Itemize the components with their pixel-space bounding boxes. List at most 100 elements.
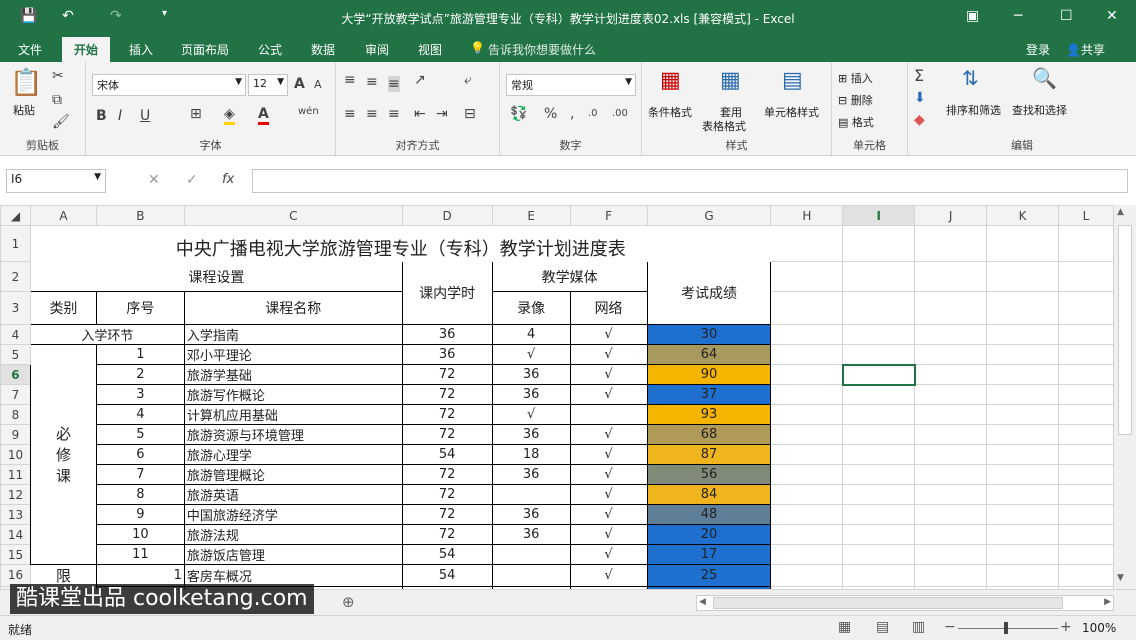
autosum-icon[interactable]: Σ [914,66,924,85]
header-media[interactable]: 教学媒体 [491,261,648,292]
cell[interactable] [914,564,988,587]
find-select-button[interactable]: 查找和选择 [1012,102,1067,118]
zoom-in-button[interactable]: + [1060,619,1072,635]
cell[interactable] [1058,291,1114,325]
cell[interactable] [1058,544,1114,565]
entry-category-cell[interactable]: 入学环节 [29,324,185,345]
cell[interactable] [914,291,988,325]
tab-insert[interactable]: 插入 [129,41,153,58]
hours-cell[interactable]: 54 [401,564,493,587]
phonetic-icon[interactable]: wén [298,106,319,117]
font-size-select[interactable]: 12 ▼ [248,74,288,96]
cell[interactable] [986,564,1059,587]
hours-cell[interactable]: 54 [401,544,493,565]
video-cell[interactable]: 36 [491,384,571,405]
decrease-decimal-icon[interactable]: .00 [612,108,628,119]
cell[interactable] [770,424,844,445]
cell[interactable] [986,504,1059,525]
percent-button[interactable]: % [544,106,557,122]
worksheet-grid[interactable]: ◢ A B C D E F G H I J K L 1 中央广播电视大学旅游管理… [0,205,1114,589]
video-cell[interactable]: 18 [491,444,571,465]
cell[interactable] [1058,384,1114,405]
seq-cell[interactable]: 10 [95,524,185,545]
cell[interactable] [986,404,1059,425]
column-header[interactable]: K [986,205,1059,226]
paste-button[interactable]: 粘贴 [13,102,35,118]
align-left-icon[interactable]: ≡ [344,106,356,122]
cell[interactable] [770,444,844,465]
column-header[interactable]: F [569,205,648,226]
cell[interactable] [986,544,1059,565]
cell[interactable] [770,464,844,485]
minimize-icon[interactable]: ─ [1014,8,1022,24]
course-name-cell[interactable]: 入学指南 [183,324,403,345]
fill-icon[interactable]: ⬇ [914,90,926,106]
format-table-icon[interactable]: ▦ [720,68,741,93]
header-seq[interactable]: 序号 [95,291,185,325]
video-cell[interactable] [491,564,571,587]
network-cell[interactable]: √ [569,324,648,345]
delete-cells-button[interactable]: ⊟ 删除 [838,92,873,108]
cell[interactable] [770,504,844,525]
score-cell[interactable]: 90 [646,364,772,385]
font-name-select[interactable]: 宋体 ▼ [92,74,246,96]
select-all-corner[interactable]: ◢ [0,205,31,226]
cell[interactable] [1058,364,1114,385]
score-cell[interactable]: 64 [646,344,772,365]
cell[interactable] [842,404,916,425]
clear-icon[interactable]: ◆ [914,112,925,128]
insert-function-icon[interactable]: fx [222,172,234,187]
tab-review[interactable]: 审阅 [365,41,389,58]
network-cell[interactable]: √ [569,464,648,485]
cell[interactable] [1058,564,1114,587]
wrap-text-icon[interactable]: ⤶ [464,72,472,88]
course-name-cell[interactable]: 旅游资源与环境管理 [183,424,403,445]
seq-cell[interactable]: 6 [95,444,185,465]
cell[interactable] [914,225,988,262]
header-video[interactable]: 录像 [491,291,571,325]
seq-cell[interactable]: 1 [95,564,185,587]
cell[interactable] [1058,344,1114,365]
cell[interactable] [986,344,1059,365]
scroll-down-icon[interactable]: ▼ [1117,573,1124,583]
column-header[interactable]: J [914,205,988,226]
hours-cell[interactable]: 36 [401,344,493,365]
align-top-icon[interactable]: ≡ [344,72,356,88]
cell[interactable] [914,464,988,485]
number-format-select[interactable]: 常规 ▼ [506,74,636,96]
cell[interactable] [1058,444,1114,465]
increase-indent-icon[interactable]: ⇥ [436,106,448,122]
cell[interactable] [986,424,1059,445]
cell[interactable] [914,544,988,565]
borders-icon[interactable]: ⊞ [190,106,202,122]
row-header[interactable]: 4 [0,324,31,345]
row-header[interactable]: 8 [0,404,31,425]
seq-cell[interactable]: 3 [95,384,185,405]
cell[interactable] [986,524,1059,545]
seq-cell[interactable]: 1 [95,344,185,365]
row-header[interactable]: 15 [0,544,31,565]
cell[interactable] [770,291,844,325]
row-header[interactable]: 10 [0,444,31,465]
video-cell[interactable] [491,484,571,505]
header-course-name[interactable]: 课程名称 [183,291,403,325]
bold-button[interactable]: B [96,108,107,124]
seq-cell[interactable]: 5 [95,424,185,445]
cell[interactable] [842,444,916,465]
seq-cell[interactable]: 11 [95,544,185,565]
cell[interactable] [914,524,988,545]
column-header[interactable]: A [29,205,97,226]
restore-icon[interactable]: ☐ [1060,8,1073,24]
cell[interactable] [842,424,916,445]
cell[interactable] [986,324,1059,345]
normal-view-icon[interactable]: ▦ [838,619,851,635]
row-header[interactable]: 3 [0,291,31,325]
add-sheet-icon[interactable]: ⊕ [342,593,355,611]
cell[interactable] [770,564,844,587]
hours-cell[interactable]: 54 [401,444,493,465]
course-name-cell[interactable]: 旅游心理学 [183,444,403,465]
find-select-icon[interactable]: 🔍 [1032,66,1057,90]
row-header[interactable]: 14 [0,524,31,545]
cell-styles-button[interactable]: 单元格样式 [764,104,819,120]
cell[interactable] [914,364,988,385]
